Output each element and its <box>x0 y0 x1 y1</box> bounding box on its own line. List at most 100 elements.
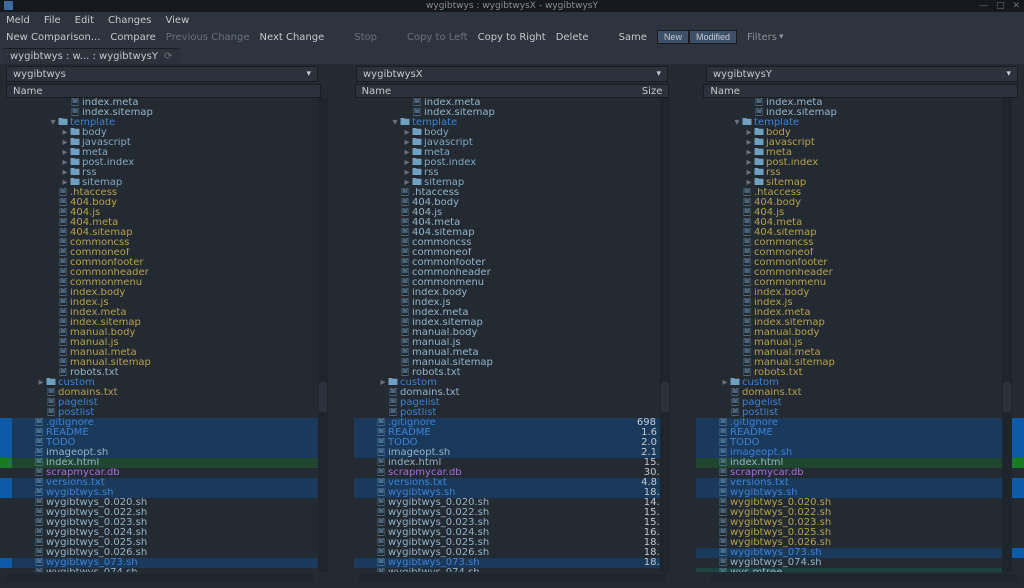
center-col-header[interactable]: Name Size <box>355 84 670 98</box>
tree-row[interactable]: 🗎404.js <box>696 208 1012 218</box>
tree-row[interactable]: ▸🖿body <box>12 128 328 138</box>
modified-toggle[interactable]: Modified <box>689 30 737 44</box>
tree-row[interactable]: 🗎index.meta <box>354 98 670 108</box>
tree-row[interactable]: 🗎commoncss <box>12 238 328 248</box>
tree-row[interactable]: 🗎index.html <box>696 458 1012 468</box>
tree-row[interactable]: 🗎manual.js <box>354 338 670 348</box>
tree-row[interactable]: 🗎404.sitemap <box>354 228 670 238</box>
tree-row[interactable]: 🗎.gitignore698 B <box>354 418 670 428</box>
tree-row[interactable]: ▸🖿rss <box>12 168 328 178</box>
tree-row[interactable]: 🗎wygibtwys_0.025.sh <box>696 528 1012 538</box>
tree-row[interactable]: 🗎commonfooter <box>12 258 328 268</box>
tree-row[interactable]: 🗎commonmenu <box>354 278 670 288</box>
expand-icon[interactable]: ▸ <box>60 128 70 138</box>
tree-row[interactable]: 🗎index.js <box>12 298 328 308</box>
tree-row[interactable]: 🗎versions.txt <box>696 478 1012 488</box>
expand-icon[interactable]: ▸ <box>60 138 70 148</box>
delete-button[interactable]: Delete <box>556 32 589 43</box>
tree-row[interactable]: 🗎index.sitemap <box>696 108 1012 118</box>
tree-row[interactable]: 🗎wygibtwys_0.026.sh <box>12 548 328 558</box>
tree-row[interactable]: 🗎manual.sitemap <box>12 358 328 368</box>
expand-icon[interactable]: ▸ <box>402 178 412 188</box>
new-comparison-button[interactable]: New Comparison... <box>6 32 100 43</box>
tree-row[interactable]: 🗎404.meta <box>696 218 1012 228</box>
tree-row[interactable]: 🗎domains.txt <box>12 388 328 398</box>
tree-row[interactable]: 🗎TODO2.0 k <box>354 438 670 448</box>
menu-file[interactable]: File <box>44 15 61 26</box>
copy-right-button[interactable]: Copy to Right <box>478 32 546 43</box>
right-tree[interactable]: 🗎index.meta🗎index.sitemap▾🖿template▸🖿bod… <box>696 98 1012 572</box>
left-folder-selector[interactable]: wygibtwys ▾ <box>6 66 318 82</box>
tree-row[interactable]: 🗎manual.body <box>12 328 328 338</box>
center-folder-selector[interactable]: wygibtwysX ▾ <box>356 66 668 82</box>
tree-row[interactable]: 🗎wys.mtree <box>696 568 1012 572</box>
tree-row[interactable]: 🗎domains.txt <box>696 388 1012 398</box>
expand-icon[interactable]: ▸ <box>402 168 412 178</box>
tree-row[interactable]: ▸🖿javascript <box>696 138 1012 148</box>
tree-row[interactable]: ▾🖿template <box>696 118 1012 128</box>
tree-row[interactable]: 🗎index.sitemap <box>354 108 670 118</box>
tree-row[interactable]: 🗎commoneof <box>12 248 328 258</box>
tree-row[interactable]: 🗎404.body <box>696 198 1012 208</box>
minimize-icon[interactable]: — <box>979 1 988 11</box>
right-folder-selector[interactable]: wygibtwysY ▾ <box>706 66 1018 82</box>
new-toggle[interactable]: New <box>657 30 689 44</box>
tree-row[interactable]: ▸🖿body <box>696 128 1012 138</box>
tree-row[interactable]: 🗎.htaccess <box>12 188 328 198</box>
tree-row[interactable]: 🗎wygibtwys_073.sh18.8 <box>354 558 670 568</box>
tree-row[interactable]: 🗎index.sitemap <box>12 108 328 118</box>
menu-meld[interactable]: Meld <box>6 15 30 26</box>
tree-row[interactable]: 🗎manual.meta <box>12 348 328 358</box>
tree-row[interactable]: 🗎index.sitemap <box>696 318 1012 328</box>
expand-icon[interactable]: ▸ <box>720 378 730 388</box>
tree-row[interactable]: 🗎robots.txt <box>696 368 1012 378</box>
tree-row[interactable]: 🗎commonfooter <box>354 258 670 268</box>
tree-row[interactable]: 🗎domains.txt <box>354 388 670 398</box>
tree-row[interactable]: 🗎README <box>12 428 328 438</box>
tree-row[interactable]: 🗎404.js <box>12 208 328 218</box>
maximize-icon[interactable]: □ <box>996 1 1005 11</box>
tree-row[interactable]: ▾🖿template <box>12 118 328 128</box>
tree-row[interactable]: 🗎README1.6 k <box>354 428 670 438</box>
next-change-button[interactable]: Next Change <box>260 32 325 43</box>
tree-row[interactable]: 🗎404.meta <box>12 218 328 228</box>
tree-row[interactable]: 🗎manual.js <box>12 338 328 348</box>
center-tree[interactable]: 🗎index.meta🗎index.sitemap▾🖿template▸🖿bod… <box>354 98 670 572</box>
tree-row[interactable]: 🗎wygibtwys_0.023.sh <box>12 518 328 528</box>
tree-row[interactable]: 🗎index.html <box>12 458 328 468</box>
expand-icon[interactable]: ▸ <box>60 168 70 178</box>
tree-row[interactable]: 🗎wygibtwys_074.sh <box>354 568 670 572</box>
tree-row[interactable]: 🗎wygibtwys_0.025.sh18.5 <box>354 538 670 548</box>
tree-row[interactable]: 🗎commoneof <box>696 248 1012 258</box>
expand-icon[interactable]: ▸ <box>744 148 754 158</box>
left-gutter[interactable] <box>0 98 12 572</box>
expand-icon[interactable]: ▸ <box>60 148 70 158</box>
tree-row[interactable]: ▸🖿javascript <box>12 138 328 148</box>
tree-row[interactable]: 🗎index.meta <box>12 308 328 318</box>
expand-icon[interactable]: ▸ <box>378 378 388 388</box>
tree-row[interactable]: ▾🖿template <box>354 118 670 128</box>
tree-row[interactable]: 🗎index.js <box>696 298 1012 308</box>
tree-row[interactable]: 🗎wygibtwys_0.024.sh <box>12 528 328 538</box>
tree-row[interactable]: 🗎postlist <box>696 408 1012 418</box>
tree-row[interactable]: ▸🖿custom <box>12 378 328 388</box>
tree-row[interactable]: 🗎index.js <box>354 298 670 308</box>
tree-row[interactable]: 🗎wygibtwys_0.022.sh <box>696 508 1012 518</box>
tree-row[interactable]: ▸🖿body <box>354 128 670 138</box>
tree-row[interactable]: 🗎wygibtwys_073.sh <box>696 548 1012 558</box>
expand-icon[interactable]: ▸ <box>744 168 754 178</box>
left-tree[interactable]: 🗎index.meta 🗎index.sitemap▾🖿template▸🖿bod… <box>12 98 328 572</box>
tree-row[interactable]: 🗎404.meta <box>354 218 670 228</box>
tree-row[interactable]: 🗎commoncss <box>354 238 670 248</box>
tree-row[interactable]: 🗎TODO <box>696 438 1012 448</box>
tree-row[interactable]: ▸🖿meta <box>696 148 1012 158</box>
tree-row[interactable]: 🗎wygibtwys_0.023.sh <box>696 518 1012 528</box>
tree-row[interactable]: 🗎wygibtwys_0.020.sh14.4 <box>354 498 670 508</box>
tree-row[interactable]: 🗎versions.txt4.8 k <box>354 478 670 488</box>
tree-row[interactable]: 🗎imageopt.sh <box>696 448 1012 458</box>
filters-dropdown[interactable]: Filters▾ <box>747 32 784 43</box>
tree-row[interactable]: 🗎.gitignore <box>696 418 1012 428</box>
tree-row[interactable]: 🗎TODO <box>12 438 328 448</box>
tree-row[interactable]: 🗎wygibtwys_0.020.sh <box>696 498 1012 508</box>
tree-row[interactable]: 🗎wygibtwys_0.022.sh <box>12 508 328 518</box>
